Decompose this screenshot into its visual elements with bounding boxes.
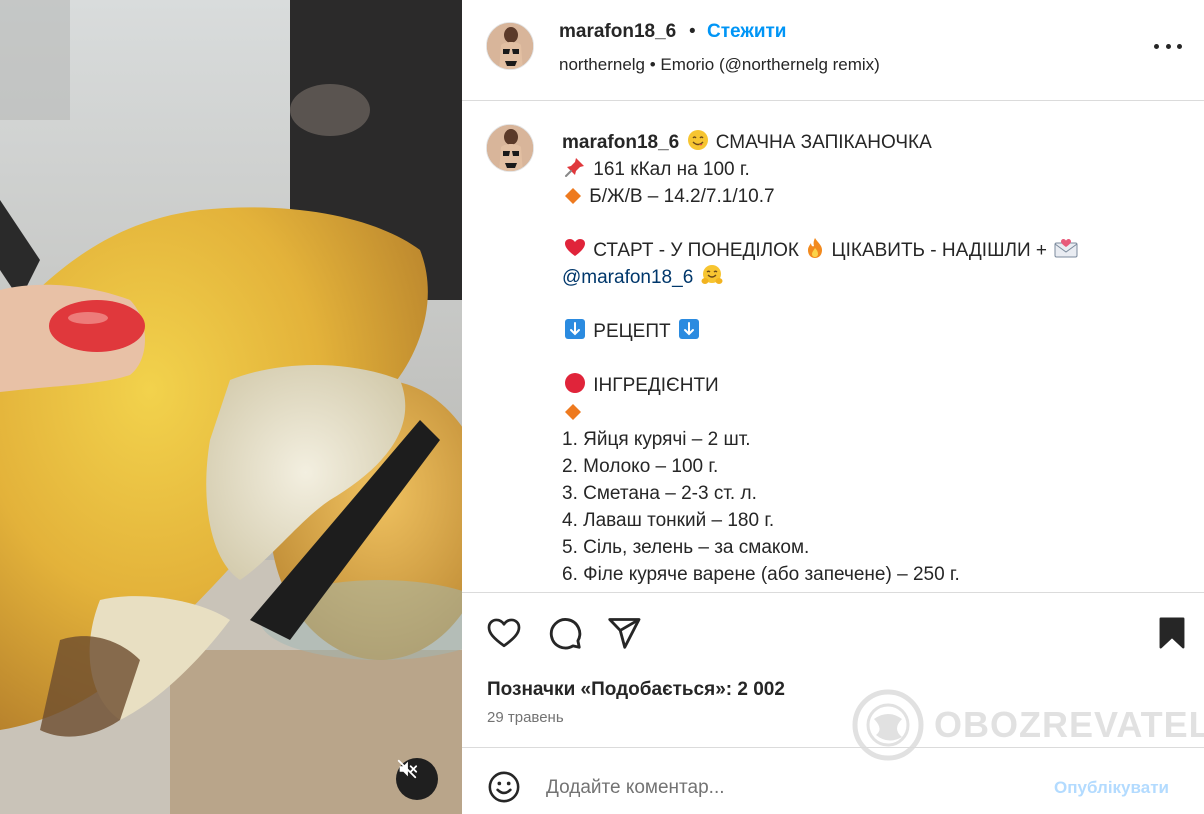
comment-bar: Опублікувати: [462, 747, 1204, 814]
post-actions: Позначки «Подобається»: 2 002 29 травень…: [462, 592, 1204, 761]
caption-ingredients-title: ІНГРЕДІЄНТИ: [593, 375, 719, 396]
fire-icon: [808, 238, 823, 258]
avatar-image: [487, 125, 533, 171]
post-date[interactable]: 29 травень: [487, 709, 564, 726]
dot: [1165, 43, 1171, 49]
avatar-image: [487, 23, 533, 69]
caption-title: СМАЧНА ЗАПІКАНОЧКА: [715, 132, 932, 153]
caption-text: marafon18_6 СМАЧНА ЗАПІКАНОЧКА 161 кКал …: [562, 129, 1182, 588]
likes-count[interactable]: Позначки «Подобається»: 2 002: [487, 679, 785, 701]
down-arrow-icon: [678, 319, 699, 339]
three-dots-icon: [1154, 43, 1159, 49]
yum-face-icon: [687, 130, 708, 150]
ingredient-item: 3. Сметана – 2-3 ст. л.: [562, 483, 757, 504]
speaker-muted-icon: [397, 759, 418, 779]
envelope-heart-icon: [1054, 239, 1078, 258]
food-photo: [0, 0, 462, 814]
comment-input[interactable]: [546, 774, 1026, 802]
post-header: marafon18_6 • Стежити northernelg • Emor…: [462, 0, 1204, 101]
orange-diamond-icon: [565, 188, 581, 204]
publish-button[interactable]: Опублікувати: [1054, 778, 1169, 798]
caption-start-b: ЦІКАВИТЬ - НАДІШЛИ +: [831, 240, 1047, 261]
post-details-pane: marafon18_6 • Стежити northernelg • Emor…: [462, 0, 1204, 814]
separator-dot: •: [689, 21, 696, 42]
smiley-icon[interactable]: [487, 770, 521, 804]
ingredient-item: 6. Філе куряче варене (або запечене) – 2…: [562, 564, 960, 585]
ingredient-item: 5. Сіль, зелень – за смаком.: [562, 537, 810, 558]
paper-plane-icon[interactable]: [606, 615, 642, 651]
ingredient-item: 2. Молоко – 100 г.: [562, 456, 719, 477]
header-username[interactable]: marafon18_6: [559, 21, 676, 43]
watermark-text: OBOZREVATEL: [934, 704, 1204, 745]
bookmark-filled-icon[interactable]: [1154, 615, 1190, 651]
caption-calories: 161 кКал на 100 г.: [593, 159, 750, 180]
down-arrow-icon: [565, 319, 585, 339]
red-circle-icon: [565, 373, 585, 393]
ingredient-item: 1. Яйця курячі – 2 шт.: [562, 429, 751, 450]
follow-button[interactable]: Стежити: [707, 21, 786, 43]
heart-outline-icon[interactable]: [486, 615, 522, 651]
orange-diamond-icon: [565, 404, 581, 420]
avatar[interactable]: [486, 124, 534, 172]
audio-attribution-link[interactable]: northernelg • Emorio (@northernelg remix…: [559, 55, 880, 75]
mute-button[interactable]: [396, 758, 438, 800]
pushpin-icon: [565, 158, 584, 177]
red-heart-icon: [565, 239, 585, 256]
avatar[interactable]: [486, 22, 534, 70]
more-options-button[interactable]: [1154, 36, 1182, 56]
speech-bubble-icon[interactable]: [547, 615, 583, 651]
caption-recipe: РЕЦЕПТ: [593, 321, 671, 342]
hugging-face-icon: [701, 265, 723, 284]
caption-area[interactable]: marafon18_6 СМАЧНА ЗАПІКАНОЧКА 161 кКал …: [462, 102, 1204, 592]
mention-link[interactable]: @marafon18_6: [562, 267, 693, 288]
post-media-video[interactable]: [0, 0, 462, 814]
caption-start-a: СТАРТ - У ПОНЕДІЛОК: [593, 240, 799, 261]
caption-username[interactable]: marafon18_6: [562, 132, 679, 153]
ingredient-item: 4. Лаваш тонкий – 180 г.: [562, 510, 775, 531]
caption-macros: Б/Ж/В – 14.2/7.1/10.7: [589, 186, 775, 207]
dot: [1177, 43, 1182, 49]
